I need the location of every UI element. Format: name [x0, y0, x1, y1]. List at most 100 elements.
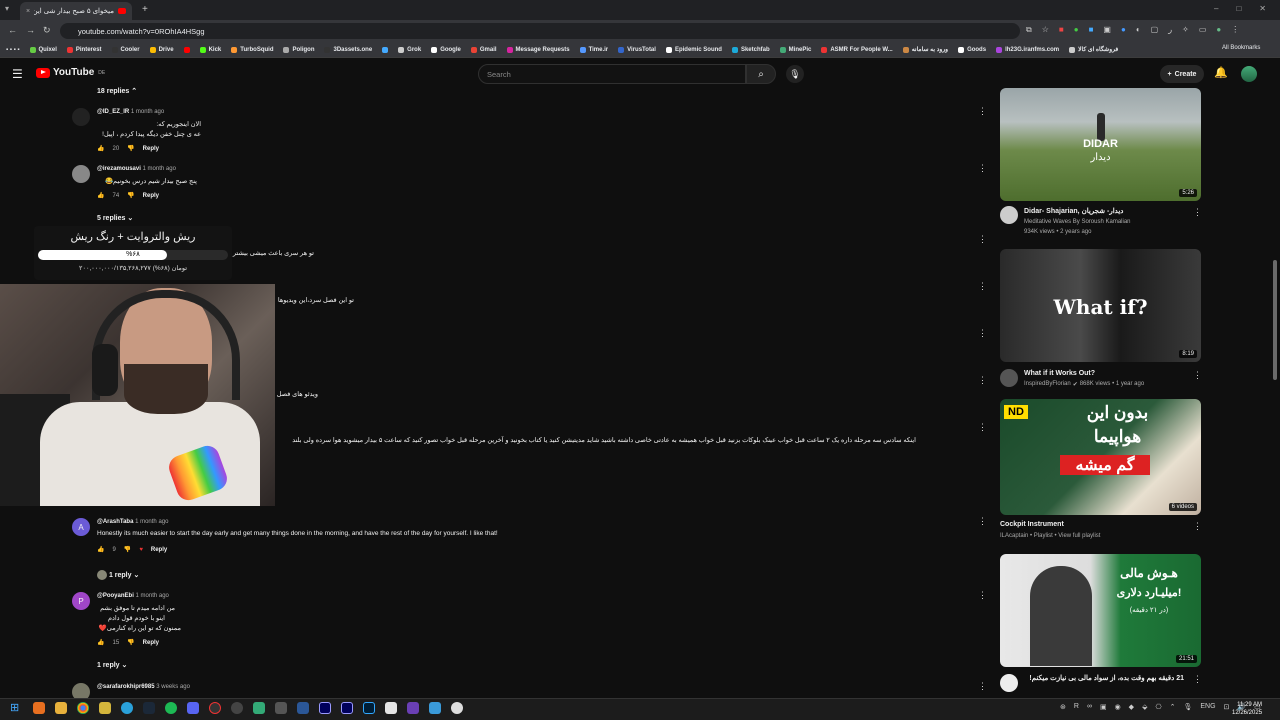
like-icon[interactable]: 👍 — [97, 639, 104, 646]
back-icon[interactable]: ← — [8, 25, 17, 35]
tray-icon[interactable]: R — [1074, 703, 1079, 711]
close-window-icon[interactable]: ✕ — [1259, 4, 1266, 13]
bookmark-item[interactable]: فروشگاه ای كالا — [1069, 46, 1118, 53]
reply-button[interactable]: Reply — [143, 640, 159, 646]
bookmark-item[interactable]: Poligon — [283, 46, 314, 53]
comment-menu-icon[interactable]: ⋮ — [978, 106, 987, 117]
browser-tab[interactable]: میخوای ۵ صبح بیدار شی این ... × — [20, 2, 132, 20]
video-menu-icon[interactable]: ⋮ — [1193, 370, 1202, 381]
app-icon[interactable] — [231, 702, 243, 714]
reply-button[interactable]: Reply — [143, 193, 159, 199]
comment-time[interactable]: 1 month ago — [136, 593, 169, 599]
sidebar-toggle-icon[interactable]: ▭ — [1199, 25, 1207, 35]
user-avatar[interactable] — [1241, 66, 1257, 82]
bookmark-item[interactable]: MinePic — [779, 46, 811, 53]
tray-icon[interactable]: ∞ — [1087, 703, 1092, 711]
discord-icon[interactable] — [187, 702, 199, 714]
extension-icons[interactable]: ⧉ ☆ ■ ● ■ ▣ ● ◐ ▢ ر ✧ ▭ ● ⋮ — [1026, 25, 1239, 35]
comment-author[interactable]: @irezamousavi — [97, 166, 141, 172]
app-icon[interactable] — [99, 702, 111, 714]
browser-menu-icon[interactable]: ⋮ — [1231, 25, 1239, 35]
app-icon[interactable] — [451, 702, 463, 714]
language-tray-icon[interactable]: ENG — [1200, 703, 1215, 711]
tab-close-icon[interactable]: × — [26, 8, 30, 15]
channel-name[interactable]: Meditative Waves By Soroush Kamalian — [1024, 219, 1131, 225]
bookmark-item[interactable]: VirusTotal — [618, 46, 656, 53]
channel-avatar[interactable] — [1000, 206, 1018, 224]
all-bookmarks-button[interactable]: All Bookmarks — [1222, 45, 1260, 51]
comment-time[interactable]: 1 month ago — [131, 109, 164, 115]
comment-author[interactable]: @ID_EZ_IR — [97, 109, 129, 115]
bookmark-item[interactable]: Cooler — [111, 46, 140, 53]
video-title[interactable]: What if it Works Out? — [1024, 370, 1095, 377]
replies-toggle[interactable]: 5 replies ⌄ — [97, 214, 133, 222]
like-icon[interactable]: 👍 — [97, 546, 104, 553]
taskbar-clock[interactable]: 11:29 AM 12/26/2025 — [1232, 701, 1262, 717]
extension-icon-7[interactable]: ▢ — [1151, 25, 1159, 35]
youtube-logo[interactable]: YouTube DE — [36, 67, 105, 78]
avatar[interactable] — [72, 165, 90, 183]
scrollbar-thumb[interactable] — [1273, 260, 1277, 380]
bookmark-item[interactable]: Google — [431, 46, 461, 53]
comment-author[interactable]: @PooyanEbi — [97, 593, 134, 599]
comment-menu-icon[interactable]: ⋮ — [978, 375, 987, 386]
notifications-bell-icon[interactable]: 🔔 — [1214, 66, 1228, 79]
extension-icon-4[interactable]: ▣ — [1103, 25, 1111, 35]
windows-start-icon[interactable]: ⊞ — [10, 701, 22, 714]
comment-menu-icon[interactable]: ⋮ — [978, 590, 987, 601]
video-thumbnail[interactable]: What if? 8:19 — [1000, 249, 1201, 362]
video-title[interactable]: Didar- Shajarian, دیدار- شجریان — [1024, 207, 1123, 215]
maximize-icon[interactable]: □ — [1236, 4, 1241, 13]
reply-button[interactable]: Reply — [151, 547, 167, 553]
chrome-icon[interactable] — [77, 702, 89, 714]
spotify-icon[interactable] — [165, 702, 177, 714]
hamburger-menu-icon[interactable]: ☰ — [12, 67, 23, 81]
bookmark-item[interactable]: Goods — [958, 46, 986, 53]
channel-avatar[interactable] — [1000, 369, 1018, 387]
tray-icon[interactable]: ⊛ — [1060, 703, 1066, 711]
comment-menu-icon[interactable]: ⋮ — [978, 281, 987, 292]
bookmark-item[interactable]: Message Requests — [506, 46, 570, 53]
comment-menu-icon[interactable]: ⋮ — [978, 234, 987, 245]
bookmark-item[interactable]: lh23G.iranfms.com — [996, 46, 1059, 53]
video-thumbnail[interactable]: هـوش مالی میلیـارد دلاری! (در ۲۱ دقیقه) … — [1000, 554, 1201, 667]
tray-icon[interactable]: ▣ — [1100, 703, 1107, 711]
dislike-icon[interactable]: 👎 — [127, 192, 134, 199]
bookmark-item[interactable]: TurboSquid — [231, 46, 273, 53]
playlist-meta[interactable]: ILAcaptain • Playlist • View full playli… — [1000, 533, 1100, 539]
create-button[interactable]: + Create — [1160, 65, 1204, 83]
search-app-icon[interactable] — [33, 702, 45, 714]
replies-toggle[interactable]: 1 reply ⌄ — [97, 661, 127, 669]
bookmark-item[interactable]: 3Dassets.one — [324, 46, 372, 53]
premiere-icon[interactable] — [341, 702, 353, 714]
app-icon[interactable] — [407, 702, 419, 714]
comment-menu-icon[interactable]: ⋮ — [978, 516, 987, 527]
extension-icon-2[interactable]: ● — [1074, 25, 1079, 35]
bookmark-item[interactable]: Gmail — [470, 46, 497, 53]
bookmark-item[interactable]: Quixel — [29, 46, 57, 53]
playlist-thumbnail[interactable]: ND بدون این هواپیما گم میشه 6 videos — [1000, 399, 1201, 515]
video-thumbnail[interactable]: DIDAR دیدار 5:26 — [1000, 88, 1201, 201]
comment-time[interactable]: 1 month ago — [143, 166, 176, 172]
dislike-icon[interactable]: 👎 — [127, 639, 134, 646]
extensions-puzzle-icon[interactable]: ✧ — [1182, 25, 1189, 35]
file-explorer-icon[interactable] — [55, 702, 67, 714]
bookmark-item[interactable]: Pinterest — [66, 46, 102, 53]
app-icon[interactable] — [253, 702, 265, 714]
extension-icon-8[interactable]: ر — [1168, 25, 1172, 35]
extension-icon-5[interactable]: ● — [1121, 25, 1126, 35]
comment-time[interactable]: 1 month ago — [135, 519, 168, 525]
like-icon[interactable]: 👍 — [97, 192, 104, 199]
video-menu-icon[interactable]: ⋮ — [1193, 674, 1202, 685]
replies-toggle[interactable]: 1 reply ⌄ — [97, 570, 139, 580]
video-title[interactable]: 21 دقیقه بهم وقت بده، از سواد مالی بی نی… — [1024, 674, 1184, 684]
channel-avatar[interactable] — [1000, 674, 1018, 692]
channel-name[interactable]: InspiredByFlorian — [1024, 381, 1071, 388]
after-effects-icon[interactable] — [319, 702, 331, 714]
bookmark-apps-icon[interactable]: ▪ ▪ ▪ ▪ — [6, 47, 20, 53]
bookmark-item[interactable]: Sketchfab — [731, 46, 770, 53]
minimize-icon[interactable]: – — [1214, 4, 1218, 13]
like-icon[interactable]: 👍 — [97, 145, 104, 152]
tray-icon[interactable]: ⎔ — [1155, 703, 1161, 711]
replies-toggle[interactable]: 18 replies ⌃ — [97, 87, 137, 95]
